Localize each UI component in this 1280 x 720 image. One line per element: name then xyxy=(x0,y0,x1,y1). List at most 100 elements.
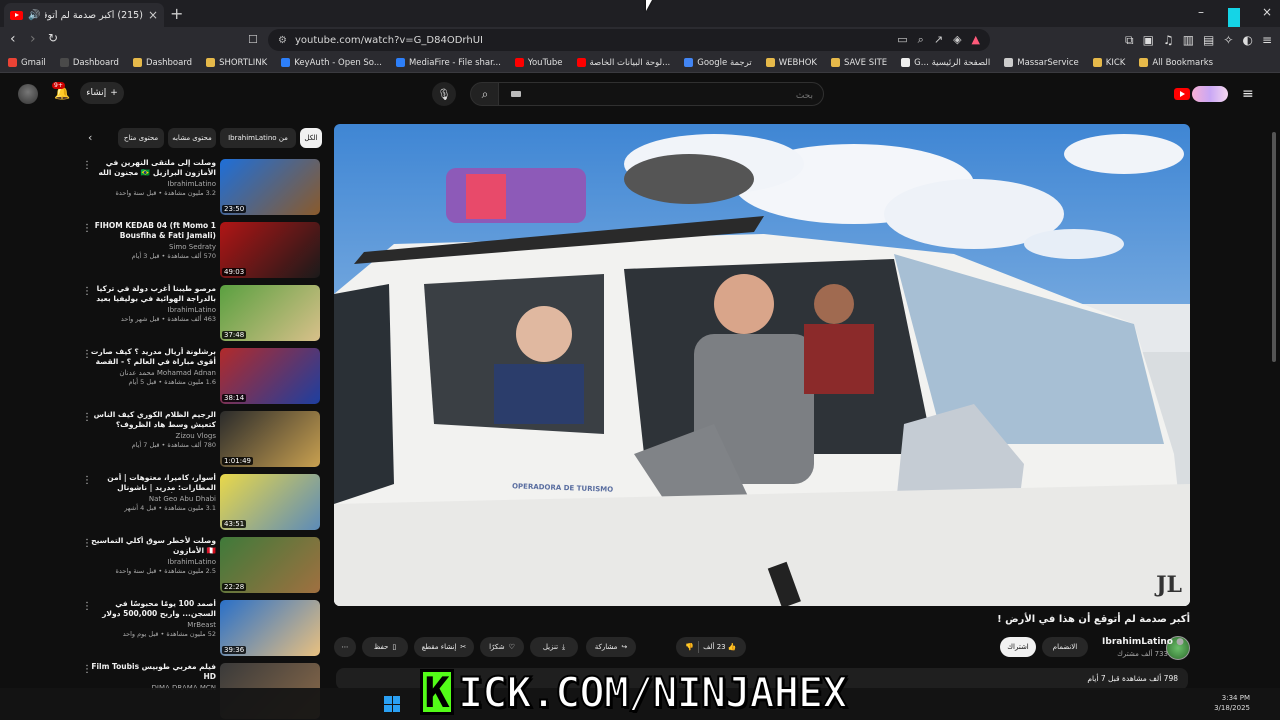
bookmark-item[interactable]: KICK xyxy=(1092,58,1125,68)
more-actions-icon[interactable]: ⋯ xyxy=(334,637,356,657)
recommended-video[interactable]: 1:01:49 الرجيم الظلام الكوري كيف الناس كت… xyxy=(80,410,322,468)
video-title[interactable]: برشلونة أريال مدريد ؟ كيف صارت أقوى مبار… xyxy=(88,347,216,367)
more-options-icon[interactable]: ⋮ xyxy=(82,412,92,423)
clip-button[interactable]: ✂ إنشاء مقطع xyxy=(414,637,474,657)
more-options-icon[interactable]: ⋮ xyxy=(82,664,92,675)
like-button[interactable]: 👍 23 ألف xyxy=(703,643,736,651)
save-button[interactable]: ▯ حفظ xyxy=(362,637,408,657)
page-scrollbar[interactable] xyxy=(1270,112,1278,688)
site-info-icon[interactable]: ⚙ xyxy=(278,35,287,46)
download-button[interactable]: ⤓ تنزيل xyxy=(530,637,578,657)
browser-tab-active[interactable]: 🔊 (215) أكبر صدمة لم أتوقع أن هـ × xyxy=(4,3,164,27)
video-title[interactable]: الرجيم الظلام الكوري كيف الناس كتعيش وسط… xyxy=(88,410,216,430)
create-button[interactable]: إنشاء + xyxy=(80,82,124,104)
video-title[interactable]: مرصو طيبنا أغرب دولة في تركيا بالدراجة ا… xyxy=(88,284,216,304)
more-options-icon[interactable]: ⋮ xyxy=(82,538,92,549)
reload-icon[interactable]: ↻ xyxy=(48,31,58,45)
search-input[interactable] xyxy=(499,85,823,107)
scrollbar-thumb[interactable] xyxy=(1272,132,1276,362)
notifications-bell-icon[interactable]: 🔔 9+ xyxy=(52,82,70,101)
wallet-icon[interactable]: ▤ xyxy=(1203,33,1214,48)
vpn-icon[interactable]: ◐ xyxy=(1242,33,1252,48)
recommended-video[interactable]: 23:50 وصلت إلى ملتقى النهرين في الأمازون … xyxy=(80,158,322,216)
video-channel[interactable]: Simo Sedraty xyxy=(88,243,216,251)
chip-all[interactable]: الكل xyxy=(300,128,322,148)
recommended-video[interactable]: 22:28 وصلت لأخطر سوق أكلي التماسيح 🇵🇪 الأ… xyxy=(80,536,322,594)
thanks-button[interactable]: ♡ شكرًا xyxy=(480,637,524,657)
bookmark-page-icon[interactable]: ☐ xyxy=(248,33,258,46)
chip-related[interactable]: محتوى مشابه xyxy=(168,128,216,148)
bookmark-item[interactable]: Dashboard xyxy=(59,58,119,68)
video-thumbnail[interactable]: 22:28 xyxy=(220,537,320,593)
subscribe-button[interactable]: اشتراك xyxy=(1000,637,1036,657)
leo-icon[interactable]: ✧ xyxy=(1223,33,1233,48)
cast-icon[interactable]: ▭ xyxy=(897,33,907,47)
video-thumbnail[interactable]: 39:36 xyxy=(220,600,320,656)
video-channel[interactable]: IbrahimLatino xyxy=(88,180,216,188)
bookmark-item[interactable]: SHORTLINK xyxy=(206,58,267,68)
video-title[interactable]: 1 FIHOM KEDAB 04 (ft Momo Bousfiha & Fat… xyxy=(88,221,216,241)
sidebar-icon[interactable]: ▥ xyxy=(1183,33,1194,48)
tab-search-icon[interactable]: ▣ xyxy=(1143,33,1154,48)
share-icon[interactable]: ↗ xyxy=(934,33,943,47)
bookmark-item[interactable]: KeyAuth - Open So... xyxy=(281,58,382,68)
dislike-icon[interactable]: 👎 xyxy=(685,643,694,651)
video-title[interactable]: أسوار، كاميرا، معتوهات | أمن المطارات: م… xyxy=(88,473,216,493)
bookmark-item[interactable]: YouTube xyxy=(514,58,563,68)
chip-from-channel[interactable]: من IbrahimLatino xyxy=(220,128,296,148)
keyboard-icon[interactable] xyxy=(511,91,521,97)
video-thumbnail[interactable]: 38:14 xyxy=(220,348,320,404)
chip-available[interactable]: محتوى متاح xyxy=(118,128,164,148)
video-title[interactable]: فيلم مغربي طوبيس Film Toubis HD xyxy=(88,662,216,682)
speaker-icon[interactable]: 🔊 xyxy=(28,10,40,21)
video-title[interactable]: وصلت إلى ملتقى النهرين في الأمازون البرا… xyxy=(88,158,216,178)
video-channel[interactable]: IbrahimLatino xyxy=(88,558,216,566)
video-player[interactable]: OPERADORA DE TURISMO JL xyxy=(334,124,1190,606)
guide-menu-icon[interactable]: ≡ xyxy=(1242,86,1254,102)
bookmark-item[interactable]: Gmail xyxy=(8,58,46,68)
tray-clock[interactable]: 3:34 PM 3/18/2025 xyxy=(1214,693,1250,713)
video-thumbnail[interactable]: 49:03 xyxy=(220,222,320,278)
recommended-video[interactable]: 38:14 برشلونة أريال مدريد ؟ كيف صارت أقوى… xyxy=(80,347,322,405)
search-icon[interactable]: ⌕ xyxy=(470,82,500,106)
chevron-left-icon[interactable]: ‹ xyxy=(88,131,92,144)
close-tab-icon[interactable]: × xyxy=(148,8,158,22)
bookmark-item[interactable]: MassarService xyxy=(1004,58,1079,68)
brave-rewards-icon[interactable]: ▲ xyxy=(972,33,980,47)
video-thumbnail[interactable]: 23:50 xyxy=(220,159,320,215)
more-options-icon[interactable]: ⋮ xyxy=(82,223,92,234)
video-thumbnail[interactable]: 43:51 xyxy=(220,474,320,530)
more-options-icon[interactable]: ⋮ xyxy=(82,601,92,612)
video-thumbnail[interactable]: 37:48 xyxy=(220,285,320,341)
bookmark-item[interactable]: G... الصفحة الرئيسية xyxy=(901,58,990,68)
bookmark-item[interactable]: All Bookmarks xyxy=(1139,58,1213,68)
channel-watermark[interactable]: JL xyxy=(1156,572,1182,598)
back-icon[interactable]: ‹ xyxy=(10,31,16,47)
more-options-icon[interactable]: ⋮ xyxy=(82,286,92,297)
user-avatar[interactable] xyxy=(18,84,38,104)
video-channel[interactable]: Mohamad Adnan محمد عدنان xyxy=(88,369,216,377)
new-tab-icon[interactable]: + xyxy=(170,4,183,23)
zoom-icon[interactable]: ⌕ xyxy=(918,33,924,47)
extensions-icon[interactable]: ⧉ xyxy=(1125,33,1134,48)
recommended-video[interactable]: 49:03 1 FIHOM KEDAB 04 (ft Momo Bousfiha … xyxy=(80,221,322,279)
bookmark-item[interactable]: لوحة البيانات الخاصة... xyxy=(576,58,670,68)
video-title[interactable]: أصمد 100 يومًا محبوسًا في السجن... واربح… xyxy=(88,599,216,619)
forward-icon[interactable]: › xyxy=(30,31,36,47)
bookmark-item[interactable]: MediaFire - File shar... xyxy=(395,58,501,68)
more-options-icon[interactable]: ⋮ xyxy=(82,160,92,171)
bookmark-item[interactable]: Dashboard xyxy=(132,58,192,68)
minimize-icon[interactable]: – xyxy=(1198,5,1204,19)
address-bar[interactable]: ⚙ youtube.com/watch?v=G_D84ODrhUI ▭ ⌕ ↗ … xyxy=(268,29,990,51)
voice-search-icon[interactable]: 🎙 xyxy=(432,82,456,106)
video-thumbnail[interactable]: 1:01:49 xyxy=(220,411,320,467)
more-options-icon[interactable]: ⋮ xyxy=(82,475,92,486)
join-button[interactable]: الانضمام xyxy=(1042,637,1088,657)
bookmark-item[interactable]: Google ترجمة xyxy=(684,58,752,68)
bookmark-item[interactable]: SAVE SITE xyxy=(830,58,887,68)
windows-start-icon[interactable] xyxy=(384,696,400,712)
video-title[interactable]: وصلت لأخطر سوق أكلي التماسيح 🇵🇪 الأمازون xyxy=(88,536,216,556)
recommended-video[interactable]: 37:48 مرصو طيبنا أغرب دولة في تركيا بالدر… xyxy=(80,284,322,342)
video-channel[interactable]: IbrahimLatino xyxy=(88,306,216,314)
menu-icon[interactable]: ≡ xyxy=(1262,33,1272,48)
